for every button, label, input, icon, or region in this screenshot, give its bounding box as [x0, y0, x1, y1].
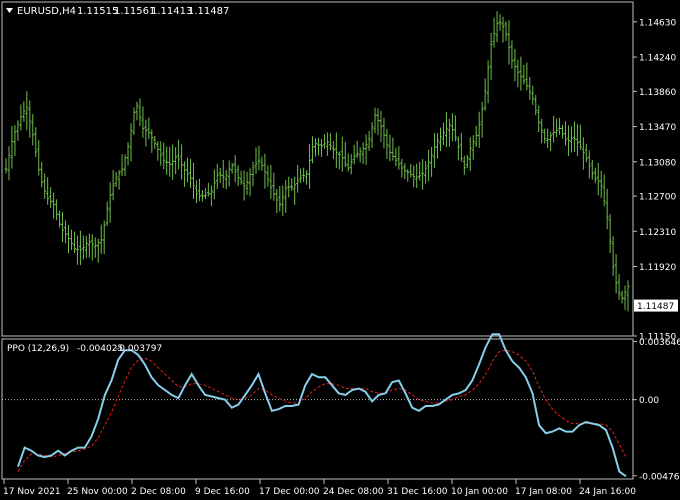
indicator-tick-label: -0.004768 — [639, 472, 680, 482]
indicator-value-2: -0.003797 — [116, 344, 162, 354]
price-tick-label: 1.11920 — [639, 263, 676, 273]
close-price: 1.11487 — [188, 6, 229, 17]
price-tick-label: 1.14240 — [639, 54, 676, 64]
open-price: 1.11515 — [77, 6, 118, 17]
time-tick-label: 10 Jan 00:00 — [451, 487, 508, 497]
time-tick-label: 2 Dec 08:00 — [131, 487, 186, 497]
symbol-label: EURUSD,H4 — [17, 6, 76, 17]
indicator-tick-label: 0.003646 — [639, 338, 680, 348]
indicator-tick-label: 0.00 — [639, 396, 659, 406]
time-tick-label: 9 Dec 16:00 — [195, 487, 250, 497]
price-tick-label: 1.13080 — [639, 158, 676, 168]
price-tick-label: 1.12700 — [639, 193, 676, 203]
low-price: 1.11413 — [151, 6, 192, 17]
time-tick-label: 31 Dec 16:00 — [387, 487, 448, 497]
price-tick-label: 1.13860 — [639, 88, 676, 98]
time-tick-label: 24 Dec 08:00 — [323, 487, 384, 497]
time-tick-label: 17 Nov 2021 — [3, 487, 61, 497]
high-price: 1.11561 — [114, 6, 155, 17]
chart-header: EURUSD,H4 1.11515 1.11561 1.11413 1.1148… — [6, 6, 229, 17]
time-tick-label: 25 Nov 00:00 — [67, 487, 128, 497]
chart-canvas: 1.14630 1.14240 1.13860 1.13470 1.13080 1.127… — [0, 0, 680, 500]
price-tick-label: 1.12310 — [639, 228, 676, 238]
price-tick-label: 1.13470 — [639, 123, 676, 133]
price-tick-label: 1.14630 — [639, 18, 676, 28]
time-tick-label: 24 Jan 16:00 — [579, 487, 636, 497]
time-tick-label: 17 Dec 00:00 — [259, 487, 320, 497]
time-tick-label: 17 Jan 08:00 — [515, 487, 572, 497]
indicator-label: PPO (12,26,9) — [7, 344, 69, 354]
last-price-label: 1.11487 — [637, 302, 674, 312]
